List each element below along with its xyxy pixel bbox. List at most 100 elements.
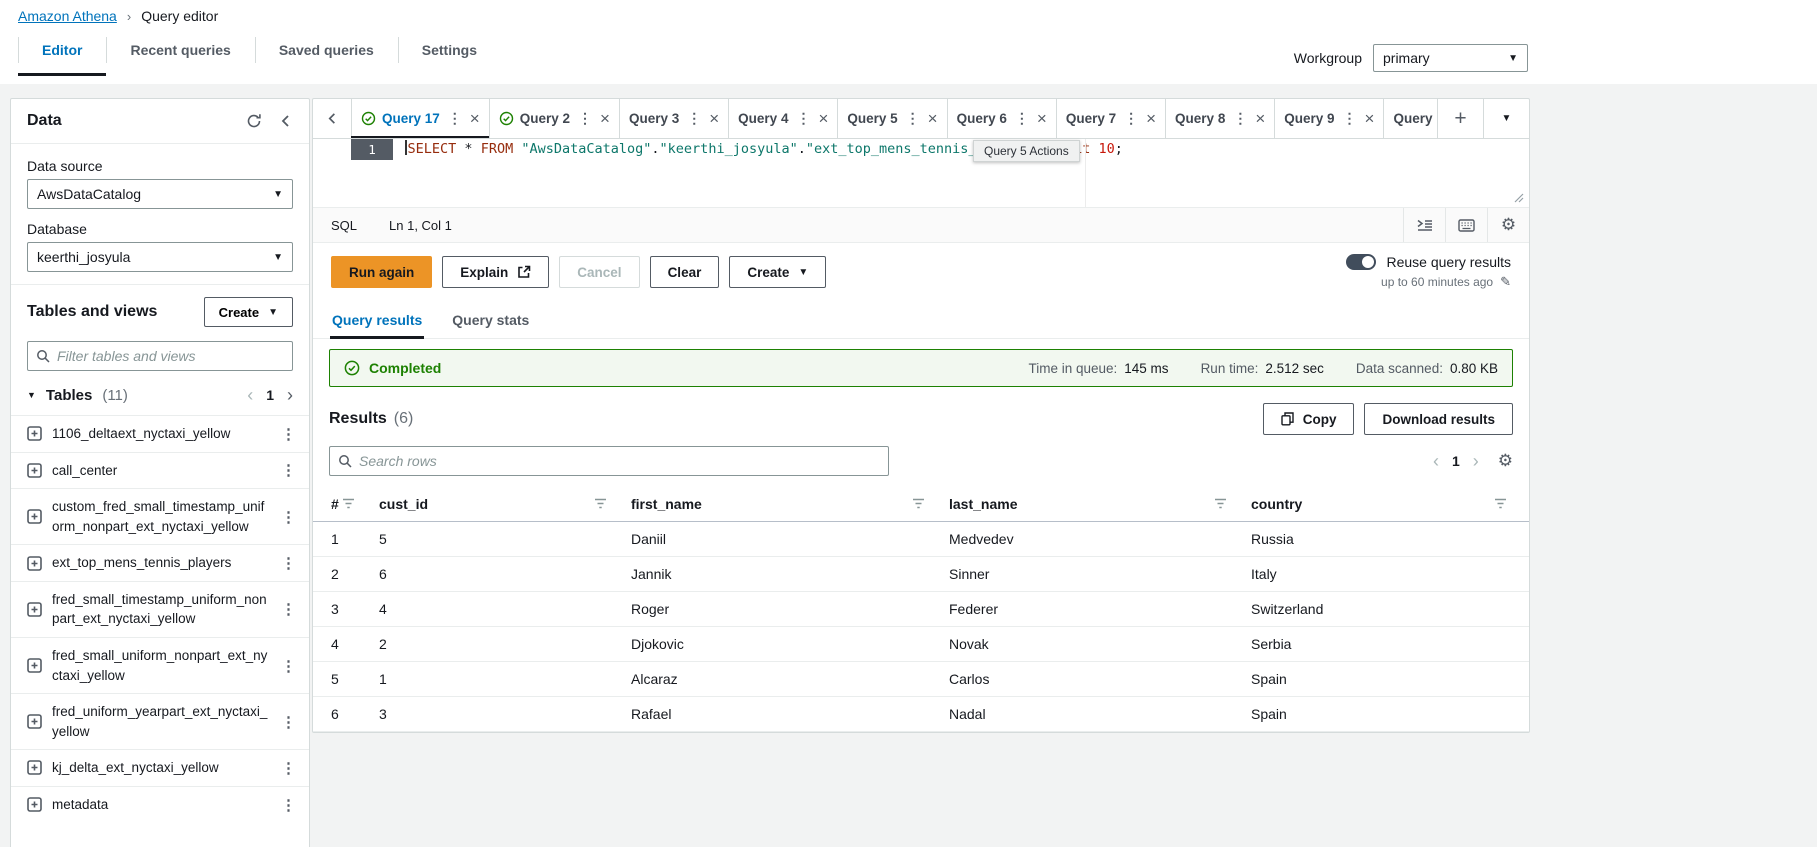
create-button[interactable]: Create ▼ (204, 297, 293, 327)
query-tab[interactable]: Query 4 ⋮ × (728, 99, 837, 138)
table-list-item[interactable]: 1106_deltaext_nyctaxi_yellow ⋮ (11, 415, 309, 452)
tab-actions-icon[interactable]: ⋮ (576, 110, 594, 127)
tab-actions-icon[interactable]: ⋮ (1341, 110, 1359, 127)
table-actions-icon[interactable]: ⋮ (281, 554, 296, 572)
keyboard-shortcuts-icon[interactable] (1445, 208, 1487, 242)
tab-close-icon[interactable]: × (928, 110, 938, 127)
table-list-item[interactable]: fred_small_uniform_nonpart_ext_nyctaxi_y… (11, 637, 309, 693)
column-header[interactable]: cust_id (377, 487, 629, 521)
previous-page-icon[interactable]: ‹ (247, 386, 253, 404)
tab-close-icon[interactable]: × (1255, 110, 1265, 127)
section-collapse-icon[interactable]: ▼ (27, 390, 36, 400)
refresh-icon[interactable] (246, 113, 262, 129)
tab-close-icon[interactable]: × (1365, 110, 1375, 127)
query-tab[interactable]: Query 9 ⋮ × (1274, 99, 1383, 138)
download-results-button[interactable]: Download results (1364, 403, 1513, 435)
table-actions-icon[interactable]: ⋮ (281, 508, 296, 526)
page-number[interactable]: 1 (266, 387, 274, 403)
column-filter-icon[interactable] (1494, 498, 1507, 510)
query-tab[interactable]: Query 17 ⋮ × (351, 99, 489, 138)
query-tab[interactable]: Query 7 ⋮ × (1056, 99, 1165, 138)
nav-tab[interactable]: Editor (18, 24, 106, 76)
table-actions-icon[interactable]: ⋮ (281, 600, 296, 618)
cancel-button[interactable]: Cancel (559, 256, 639, 288)
collapse-panel-icon[interactable] (279, 114, 293, 128)
query-tab[interactable]: Query 10 ⋮ × (1383, 99, 1437, 138)
nav-tab[interactable]: Settings (398, 24, 501, 76)
previous-page-icon[interactable]: ‹ (1433, 452, 1439, 470)
next-page-icon[interactable]: › (1473, 452, 1479, 470)
tab-actions-icon[interactable]: ⋮ (904, 110, 922, 127)
editor-resize-handle[interactable] (1512, 191, 1524, 203)
search-rows-input[interactable] (359, 453, 880, 469)
table-actions-icon[interactable]: ⋮ (281, 796, 296, 814)
tab-actions-icon[interactable]: ⋮ (1122, 110, 1140, 127)
query-tab[interactable]: Query 3 ⋮ × (619, 99, 728, 138)
editor-settings-gear-icon[interactable]: ⚙ (1487, 208, 1529, 242)
tab-close-icon[interactable]: × (818, 110, 828, 127)
column-filter-icon[interactable] (912, 498, 925, 510)
database-select[interactable]: keerthi_josyula ▼ (27, 242, 293, 272)
column-header[interactable]: first_name (629, 487, 947, 521)
copy-button[interactable]: Copy (1263, 403, 1355, 435)
filter-tables-input[interactable] (57, 348, 284, 364)
expand-plus-icon[interactable] (27, 602, 42, 617)
tab-close-icon[interactable]: × (709, 110, 719, 127)
column-filter-icon[interactable] (1214, 498, 1227, 510)
expand-plus-icon[interactable] (27, 556, 42, 571)
tab-scroll-left-button[interactable] (313, 99, 351, 138)
sql-code-editor[interactable]: 1 SELECT * FROM "AwsDataCatalog"."keerth… (313, 139, 1529, 207)
column-header[interactable]: country (1249, 487, 1529, 521)
nav-tab[interactable]: Recent queries (106, 24, 254, 76)
explain-button[interactable]: Explain (442, 256, 549, 288)
tab-actions-icon[interactable]: ⋮ (685, 110, 703, 127)
expand-plus-icon[interactable] (27, 426, 42, 441)
tab-overflow-button[interactable]: ▼ (1483, 99, 1529, 138)
breadcrumb-root-link[interactable]: Amazon Athena (18, 8, 117, 24)
table-actions-icon[interactable]: ⋮ (281, 461, 296, 479)
tab-close-icon[interactable]: × (600, 110, 610, 127)
tab-close-icon[interactable]: × (1037, 110, 1047, 127)
tab-actions-icon[interactable]: ⋮ (794, 110, 812, 127)
table-list-item[interactable]: call_center ⋮ (11, 452, 309, 489)
create-dropdown-button[interactable]: Create ▼ (729, 256, 826, 288)
tab-close-icon[interactable]: × (1146, 110, 1156, 127)
table-actions-icon[interactable]: ⋮ (281, 759, 296, 777)
clear-button[interactable]: Clear (650, 256, 720, 288)
query-tab[interactable]: Query 5 ⋮ × (837, 99, 946, 138)
edit-pencil-icon[interactable]: ✎ (1500, 274, 1511, 290)
run-again-button[interactable]: Run again (331, 256, 432, 288)
results-settings-gear-icon[interactable]: ⚙ (1498, 451, 1513, 471)
tab-actions-icon[interactable]: ⋮ (446, 110, 464, 127)
table-actions-icon[interactable]: ⋮ (281, 713, 296, 731)
query-tab[interactable]: Query 6 ⋮ × (947, 99, 1056, 138)
column-filter-icon[interactable] (342, 498, 355, 510)
tab-actions-icon[interactable]: ⋮ (1013, 110, 1031, 127)
table-list-item[interactable]: custom_fred_small_timestamp_uniform_nonp… (11, 488, 309, 544)
results-tab[interactable]: Query stats (437, 301, 544, 338)
query-tab[interactable]: Query 2 ⋮ × (489, 99, 619, 138)
tab-close-icon[interactable]: × (470, 110, 480, 127)
reuse-results-toggle[interactable] (1346, 254, 1376, 270)
workgroup-select[interactable]: primary ▼ (1373, 44, 1528, 72)
tab-actions-icon[interactable]: ⋮ (1231, 110, 1249, 127)
table-actions-icon[interactable]: ⋮ (281, 425, 296, 443)
column-filter-icon[interactable] (594, 498, 607, 510)
table-list-item[interactable]: ext_top_mens_tennis_players ⋮ (11, 544, 309, 581)
expand-plus-icon[interactable] (27, 797, 42, 812)
table-list-item[interactable]: fred_small_timestamp_uniform_nonpart_ext… (11, 581, 309, 637)
column-header[interactable]: # (313, 487, 377, 521)
expand-plus-icon[interactable] (27, 658, 42, 673)
expand-plus-icon[interactable] (27, 463, 42, 478)
format-query-icon[interactable] (1403, 208, 1445, 242)
expand-plus-icon[interactable] (27, 509, 42, 524)
page-number[interactable]: 1 (1452, 453, 1460, 469)
nav-tab[interactable]: Saved queries (255, 24, 398, 76)
column-header[interactable]: last_name (947, 487, 1249, 521)
table-actions-icon[interactable]: ⋮ (281, 657, 296, 675)
table-list-item[interactable]: kj_delta_ext_nyctaxi_yellow ⋮ (11, 749, 309, 786)
expand-plus-icon[interactable] (27, 760, 42, 775)
expand-plus-icon[interactable] (27, 714, 42, 729)
query-tab[interactable]: Query 8 ⋮ × (1165, 99, 1274, 138)
table-list-item[interactable]: fred_uniform_yearpart_ext_nyctaxi_yellow… (11, 693, 309, 749)
